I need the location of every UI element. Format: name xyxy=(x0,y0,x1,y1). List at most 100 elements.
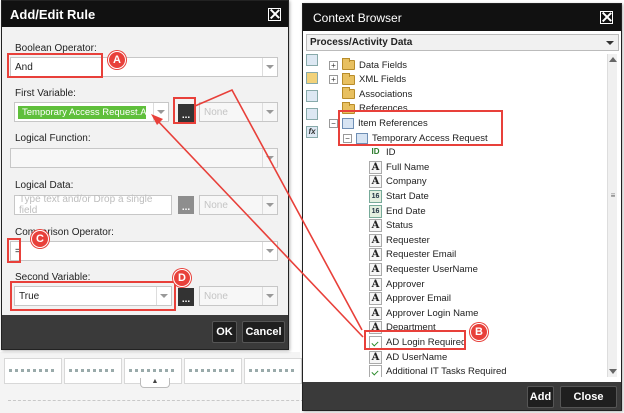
expand-icon[interactable]: + xyxy=(329,60,338,70)
tree-item[interactable]: ID ID xyxy=(369,146,396,160)
text-field-icon: A xyxy=(369,262,382,276)
tree-item[interactable]: A Requester xyxy=(369,233,430,247)
tree-item[interactable]: + XML Fields xyxy=(329,72,406,87)
collapse-icon[interactable]: − xyxy=(329,118,338,128)
add-button[interactable]: Add xyxy=(527,386,554,408)
process-data-icon[interactable] xyxy=(306,54,318,66)
tree-item[interactable]: A Approver Login Name xyxy=(369,306,478,320)
annotation-box-d xyxy=(10,281,176,311)
tree-item[interactable]: A Approver xyxy=(369,277,425,291)
tree-item-label: Requester xyxy=(386,234,430,246)
context-tree: + Data Fields + XML Fields Associations Refer… xyxy=(321,54,605,377)
scroll-up-icon[interactable] xyxy=(609,57,617,62)
folder-icon xyxy=(342,87,355,100)
context-source-value: Process/Activity Data xyxy=(310,37,413,48)
tree-item-label: Company xyxy=(386,176,427,188)
logical-data-label: Logical Data: xyxy=(15,180,74,191)
dialog-title: Add/Edit Rule xyxy=(10,6,96,22)
tree-item-label: End Date xyxy=(386,205,426,217)
first-variable-select[interactable]: Temporary Access Request.AD L xyxy=(14,102,169,122)
tree-item[interactable]: Additional IT Tasks Required xyxy=(369,365,507,377)
text-field-icon: A xyxy=(369,292,382,306)
close-button[interactable]: Close xyxy=(560,386,617,408)
tree-item-label: Requester Email xyxy=(386,249,457,261)
tree-item[interactable]: + Data Fields xyxy=(329,58,407,72)
tree-item[interactable]: A Status xyxy=(369,219,413,233)
tree-item[interactable]: 16 End Date xyxy=(369,204,426,218)
canvas-thumbnail xyxy=(4,358,62,384)
close-icon[interactable] xyxy=(268,7,281,21)
tree-item-label: AD UserName xyxy=(386,351,448,363)
chevron-down-icon xyxy=(153,103,168,121)
chevron-down-icon xyxy=(262,242,277,260)
system-data-icon[interactable] xyxy=(306,108,318,120)
tree-item[interactable]: A Requester UserName xyxy=(369,262,478,276)
dialog-footer: OK Cancel xyxy=(2,315,288,349)
canvas-thumbnail xyxy=(64,358,122,384)
item-data-icon[interactable] xyxy=(306,72,318,84)
tree-item-label: Approver xyxy=(386,278,425,290)
tree-item[interactable]: A Full Name xyxy=(369,160,429,174)
context-source-select[interactable]: Process/Activity Data xyxy=(306,34,619,51)
date-field-icon: 16 xyxy=(369,204,382,218)
canvas-thumbnail xyxy=(244,358,302,384)
second-variable-browse-button[interactable]: ... xyxy=(178,288,194,306)
context-toolbar: fx xyxy=(306,54,319,144)
tree-scrollbar[interactable]: ≡ xyxy=(607,54,617,377)
annotation-badge-a: A xyxy=(108,51,126,69)
chevron-down-icon xyxy=(606,41,614,45)
tree-item-label: Approver Email xyxy=(386,293,451,305)
close-icon[interactable] xyxy=(600,11,613,24)
text-field-icon: A xyxy=(369,160,382,174)
context-browser-title-bar: Context Browser xyxy=(303,4,621,31)
canvas-thumbnail xyxy=(184,358,242,384)
logical-data-input[interactable]: Type text and/or Drop a single field xyxy=(14,194,172,216)
text-field-icon: A xyxy=(369,306,382,320)
tree-item[interactable]: A Requester Email xyxy=(369,248,456,262)
tree-item-label: Full Name xyxy=(386,161,430,173)
chevron-down-icon xyxy=(262,287,277,305)
logical-function-label: Logical Function: xyxy=(15,133,91,144)
ok-button[interactable]: OK xyxy=(212,321,237,343)
second-variable-type-select[interactable]: None xyxy=(199,286,278,306)
collapse-handle[interactable]: ▲ xyxy=(140,378,170,388)
chevron-down-icon xyxy=(262,149,277,167)
fx-icon[interactable]: fx xyxy=(306,126,318,138)
first-variable-label: First Variable: xyxy=(15,88,76,99)
tree-item-label: Associations xyxy=(359,88,413,100)
logical-function-select[interactable] xyxy=(10,148,278,168)
expand-icon[interactable]: + xyxy=(329,75,338,85)
tree-item[interactable]: A Approver Email xyxy=(369,292,451,306)
context-browser-footer: Add Close xyxy=(303,382,621,410)
tree-item-label: ID xyxy=(386,147,396,159)
tree-item-label: Start Date xyxy=(386,190,429,202)
comparison-operator-select[interactable]: = xyxy=(10,241,278,261)
text-field-icon: A xyxy=(369,233,382,247)
tree-item[interactable]: 16 Start Date xyxy=(369,189,429,203)
user-data-icon[interactable] xyxy=(306,90,318,102)
context-browser-title: Context Browser xyxy=(313,10,402,25)
folder-icon xyxy=(342,58,355,70)
dialog-title-bar: Add/Edit Rule xyxy=(2,1,288,27)
cancel-button[interactable]: Cancel xyxy=(242,321,285,343)
logical-data-browse-button[interactable]: ... xyxy=(178,196,194,214)
tree-item[interactable]: Associations xyxy=(329,87,412,101)
tree-item-label: Data Fields xyxy=(359,59,408,71)
logical-data-type-value: None xyxy=(204,199,228,211)
text-field-icon: A xyxy=(369,350,382,364)
logical-data-type-select[interactable]: None xyxy=(199,195,278,215)
first-variable-type-value: None xyxy=(204,106,228,118)
scroll-grip-icon[interactable]: ≡ xyxy=(609,192,617,200)
boolean-field-icon xyxy=(369,365,382,377)
annotation-badge-c: C xyxy=(31,230,49,248)
text-field-icon: A xyxy=(369,175,382,189)
tree-item-label: Approver Login Name xyxy=(386,307,479,319)
chevron-down-icon xyxy=(262,103,277,121)
scroll-down-icon[interactable] xyxy=(609,369,617,374)
annotation-box-a xyxy=(7,53,103,78)
first-variable-type-select[interactable]: None xyxy=(199,102,278,122)
folder-icon xyxy=(342,72,355,85)
annotation-box-item-references xyxy=(338,110,503,146)
tree-item[interactable]: A Company xyxy=(369,175,427,189)
tree-item[interactable]: A AD UserName xyxy=(369,350,447,364)
